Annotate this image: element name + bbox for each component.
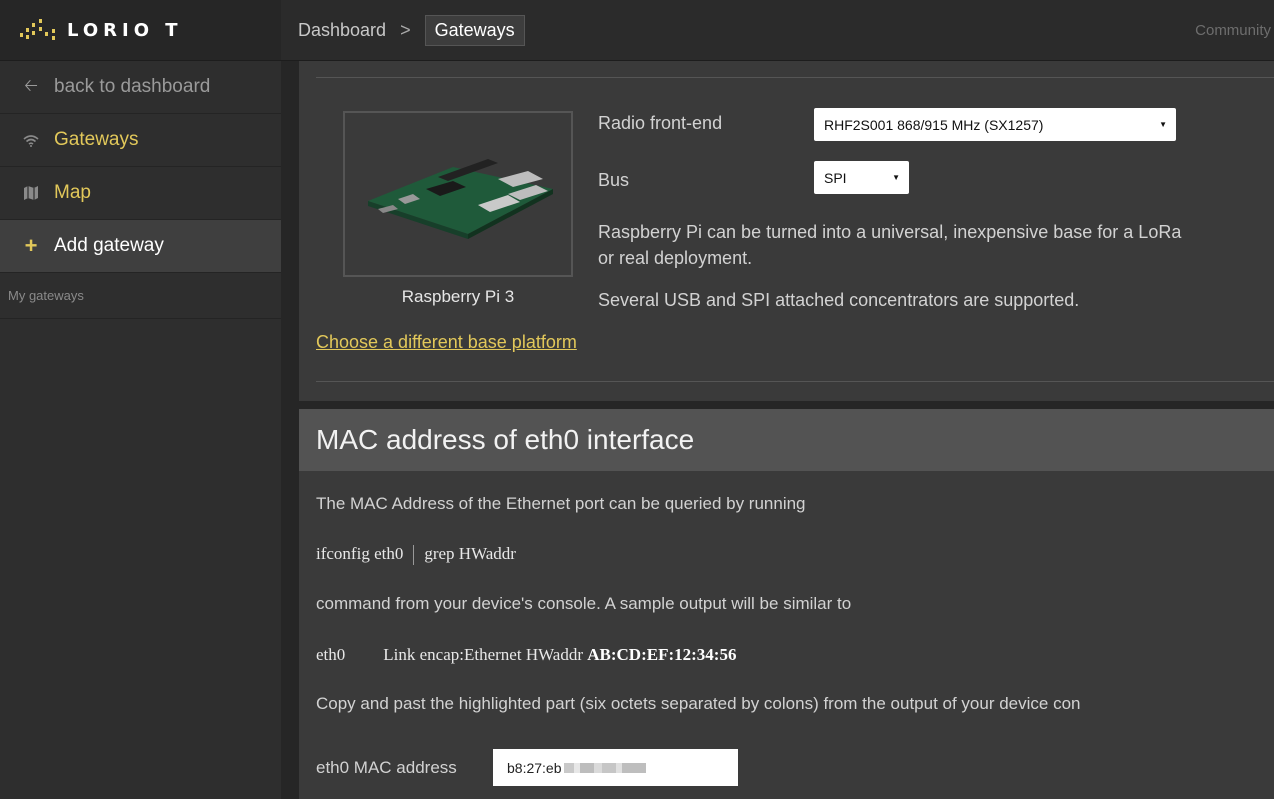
plus-icon: + <box>24 233 38 258</box>
logo-dots-icon <box>20 19 58 41</box>
wifi-icon <box>20 134 42 147</box>
raspberry-pi-board-icon <box>368 159 553 239</box>
bus-select[interactable]: SPI ▼ <box>814 161 909 194</box>
sidebar-section-my-gateways: My gateways <box>0 273 281 319</box>
choose-platform-link[interactable]: Choose a different base platform <box>316 332 577 353</box>
divider <box>316 381 1274 382</box>
sidebar-item-add-gateway[interactable]: + Add gateway <box>0 220 281 273</box>
header-bar: Dashboard > Gateways Community N <box>281 0 1274 61</box>
mac-intro-text: The MAC Address of the Ethernet port can… <box>316 494 806 513</box>
redacted-text <box>563 762 646 773</box>
board-image <box>343 111 573 277</box>
radio-frontend-select[interactable]: RHF2S001 868/915 MHz (SX1257) ▼ <box>814 108 1176 141</box>
sidebar-item-label: Map <box>54 182 91 203</box>
platform-description-line2: or real deployment. <box>598 248 753 268</box>
mac-section-title: MAC address of eth0 interface <box>299 409 1274 471</box>
mac-address-value: b8:27:eb <box>507 759 562 776</box>
arrow-left-icon: 🡠 <box>24 75 38 95</box>
command-part-2: grep HWaddr <box>424 544 516 563</box>
sidebar: LORIO T 🡠 back to dashboard Gateways Map… <box>0 0 281 799</box>
sidebar-item-back[interactable]: 🡠 back to dashboard <box>0 61 281 114</box>
mac-copy-note: Copy and past the highlighted part (six … <box>316 694 1081 713</box>
divider <box>316 77 1274 78</box>
community-label[interactable]: Community N <box>1195 22 1274 39</box>
breadcrumb-separator: > <box>400 19 411 40</box>
logo[interactable]: LORIO T <box>0 0 281 61</box>
platform-description-line3: Several USB and SPI attached concentrato… <box>598 290 1080 310</box>
caret-down-icon: ▼ <box>892 173 900 182</box>
sidebar-item-map[interactable]: Map <box>0 167 281 220</box>
pipe-separator <box>413 545 415 566</box>
sidebar-item-label: back to dashboard <box>54 76 211 97</box>
sample-mac: AB:CD:EF:12:34:56 <box>587 645 737 664</box>
mac-panel: MAC address of eth0 interface The MAC Ad… <box>299 409 1274 799</box>
mac-command: ifconfig eth0 grep HWaddr <box>316 544 516 566</box>
mac-address-input[interactable]: b8:27:eb <box>493 749 738 786</box>
caret-down-icon: ▼ <box>1159 120 1167 129</box>
radio-frontend-label: Radio front-end <box>598 113 723 133</box>
platform-panel: Raspberry Pi 3 Radio front-end RHF2S001 … <box>299 61 1274 401</box>
mac-field-label: eth0 MAC address <box>316 758 457 777</box>
bus-label: Bus <box>598 170 630 190</box>
board-caption: Raspberry Pi 3 <box>401 287 515 306</box>
sidebar-item-label: Add gateway <box>54 235 164 256</box>
mac-after-command-text: command from your device's console. A sa… <box>316 594 852 613</box>
platform-description-line1: Raspberry Pi can be turned into a univer… <box>598 222 1182 242</box>
scroll-gutter <box>281 61 299 799</box>
map-icon <box>20 186 42 200</box>
sample-mid: Link encap:Ethernet HWaddr <box>383 645 583 664</box>
mac-sample-output: eth0 Link encap:Ethernet HWaddr AB:CD:EF:… <box>316 645 736 665</box>
breadcrumb-gateways[interactable]: Gateways <box>424 14 525 46</box>
sample-prefix: eth0 <box>316 645 346 664</box>
radio-frontend-value: RHF2S001 868/915 MHz (SX1257) <box>824 116 1044 133</box>
bus-value: SPI <box>824 169 847 186</box>
sidebar-item-gateways[interactable]: Gateways <box>0 114 281 167</box>
command-part-1: ifconfig eth0 <box>316 544 404 563</box>
logo-text: LORIO T <box>67 19 183 41</box>
sidebar-item-label: Gateways <box>54 129 139 150</box>
breadcrumb-dashboard[interactable]: Dashboard <box>298 20 386 41</box>
